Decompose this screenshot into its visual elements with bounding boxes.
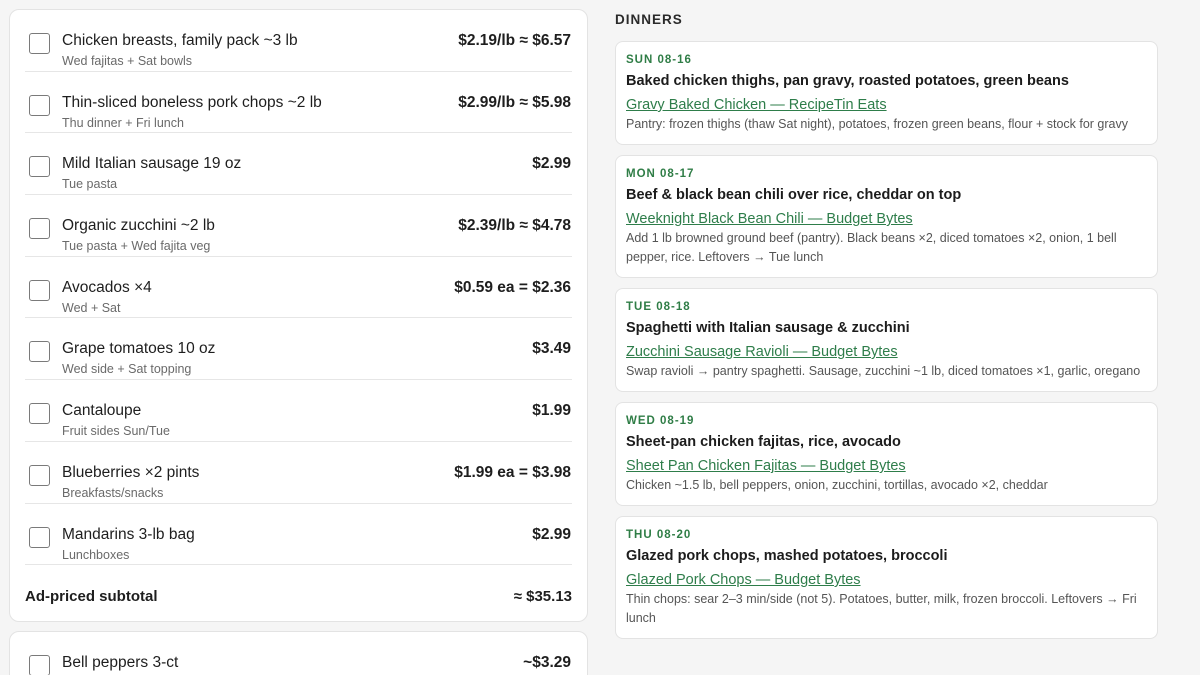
recipe-link[interactable]: Weeknight Black Bean Chili — Budget Byte… bbox=[626, 210, 913, 228]
item-name: Thin-sliced boneless pork chops ~2 lb bbox=[62, 93, 322, 111]
item-price: $2.99 bbox=[532, 525, 571, 543]
item-details: Mandarins 3-lb bag Lunchboxes bbox=[62, 526, 532, 563]
item-note: Tue pasta + Wed fajita veg bbox=[62, 239, 211, 254]
shopping-list-column: Chicken breasts, family pack ~3 lb Wed f… bbox=[9, 9, 588, 675]
list-item: Grape tomatoes 10 oz Wed side + Sat topp… bbox=[25, 318, 572, 381]
dinner-notes: Add 1 lb browned ground beef (pantry). B… bbox=[626, 231, 1117, 264]
item-price: $2.99 bbox=[532, 155, 571, 173]
item-checkbox[interactable] bbox=[29, 341, 50, 363]
item-name: Avocados ×4 bbox=[62, 278, 152, 296]
item-details: Chicken breasts, family pack ~3 lb Wed f… bbox=[62, 32, 458, 69]
item-checkbox[interactable] bbox=[29, 403, 50, 425]
item-details: Grape tomatoes 10 oz Wed side + Sat topp… bbox=[62, 340, 532, 377]
list-item: Bell peppers 3-ct ~$3.29 bbox=[25, 632, 572, 675]
recipe-link[interactable]: Zucchini Sausage Ravioli — Budget Bytes bbox=[626, 343, 898, 361]
dinner-title: Sheet-pan chicken fajitas, rice, avocado bbox=[626, 434, 901, 450]
item-note: Tue pasta bbox=[62, 177, 118, 192]
item-note: Breakfasts/snacks bbox=[62, 485, 164, 500]
item-details: Cantaloupe Fruit sides Sun/Tue bbox=[62, 402, 532, 439]
item-details: Blueberries ×2 pints Breakfasts/snacks bbox=[62, 464, 454, 501]
item-name: Chicken breasts, family pack ~3 lb bbox=[62, 32, 298, 49]
dinner-notes: Pantry: frozen thighs (thaw Sat night), … bbox=[626, 117, 1129, 131]
list-item: Avocados ×4 Wed + Sat $0.59 ea = $2.36 bbox=[25, 257, 572, 319]
subtotal-row: Ad-priced subtotal ≈ $35.13 bbox=[25, 588, 572, 605]
item-checkbox[interactable] bbox=[29, 464, 50, 486]
list-item: Mild Italian sausage 19 oz Tue pasta $2.… bbox=[25, 133, 572, 196]
dinner-card: MON 08-17 Beef & black bean chili over r… bbox=[615, 155, 1158, 278]
recipe-link[interactable]: Gravy Baked Chicken — RecipeTin Eats bbox=[626, 96, 887, 114]
item-note: Wed fajitas + Sat bowls bbox=[62, 54, 193, 68]
item-name: Mandarins 3-lb bag bbox=[62, 525, 195, 543]
dinners-column: DINNERS SUN 08-16 Baked chicken thighs, … bbox=[615, 0, 1158, 649]
dinner-title: Glazed pork chops, mashed potatoes, broc… bbox=[626, 548, 948, 564]
item-details: Bell peppers 3-ct bbox=[62, 654, 523, 672]
recipe-link[interactable]: Sheet Pan Chicken Fajitas — Budget Bytes bbox=[626, 457, 906, 475]
item-checkbox[interactable] bbox=[29, 156, 50, 178]
subtotal-value: ≈ $35.13 bbox=[513, 588, 572, 605]
item-name: Blueberries ×2 pints bbox=[62, 463, 200, 481]
item-price: $1.99 ea = $3.98 bbox=[454, 463, 571, 481]
dinner-date: MON 08-17 bbox=[626, 168, 695, 180]
list-item: Organic zucchini ~2 lb Tue pasta + Wed f… bbox=[25, 195, 572, 257]
item-details: Organic zucchini ~2 lb Tue pasta + Wed f… bbox=[62, 217, 458, 254]
item-name: Cantaloupe bbox=[62, 402, 142, 420]
item-price: ~$3.29 bbox=[523, 654, 571, 671]
dinner-date: SUN 08-16 bbox=[626, 54, 692, 66]
item-note: Lunchboxes bbox=[62, 547, 130, 562]
item-note: Wed side + Sat topping bbox=[62, 362, 192, 377]
dinner-date: THU 08-20 bbox=[626, 529, 692, 541]
item-checkbox[interactable] bbox=[29, 279, 50, 301]
dinner-notes: Swap ravioli → pantry spaghetti. Sausage… bbox=[626, 364, 1141, 378]
item-price: $0.59 ea = $2.36 bbox=[454, 278, 571, 296]
dinner-date: WED 08-19 bbox=[626, 415, 695, 427]
item-name: Bell peppers 3-ct bbox=[62, 654, 179, 671]
dinner-title: Baked chicken thighs, pan gravy, roasted… bbox=[626, 73, 1069, 89]
dinner-card: TUE 08-18 Spaghetti with Italian sausage… bbox=[615, 288, 1158, 392]
item-checkbox[interactable] bbox=[29, 655, 50, 675]
dinner-date: TUE 08-18 bbox=[626, 301, 691, 313]
item-note: Thu dinner + Fri lunch bbox=[62, 115, 184, 130]
recipe-link[interactable]: Glazed Pork Chops — Budget Bytes bbox=[626, 571, 861, 589]
shopping-list: Chicken breasts, family pack ~3 lb Wed f… bbox=[25, 10, 572, 566]
dinner-notes: Chicken ~1.5 lb, bell peppers, onion, zu… bbox=[626, 478, 1048, 492]
item-checkbox[interactable] bbox=[29, 526, 50, 548]
item-price: $2.39/lb ≈ $4.78 bbox=[458, 217, 571, 235]
dinner-card: WED 08-19 Sheet-pan chicken fajitas, ric… bbox=[615, 402, 1158, 506]
item-checkbox[interactable] bbox=[29, 94, 50, 116]
list-item: Thin-sliced boneless pork chops ~2 lb Th… bbox=[25, 72, 572, 134]
subtotal-label: Ad-priced subtotal bbox=[25, 588, 158, 605]
item-checkbox[interactable] bbox=[29, 218, 50, 240]
dinner-notes: Thin chops: sear 2–3 min/side (not 5). P… bbox=[626, 592, 1137, 625]
item-note: Fruit sides Sun/Tue bbox=[62, 424, 170, 439]
list-item: Chicken breasts, family pack ~3 lb Wed f… bbox=[25, 10, 572, 72]
dinner-card: THU 08-20 Glazed pork chops, mashed pota… bbox=[615, 516, 1158, 639]
item-details: Mild Italian sausage 19 oz Tue pasta bbox=[62, 155, 532, 192]
item-checkbox[interactable] bbox=[29, 33, 50, 54]
list-item: Blueberries ×2 pints Breakfasts/snacks $… bbox=[25, 442, 572, 504]
dinner-title: Spaghetti with Italian sausage & zucchin… bbox=[626, 320, 910, 336]
list-item: Mandarins 3-lb bag Lunchboxes $2.99 bbox=[25, 504, 572, 566]
item-name: Mild Italian sausage 19 oz bbox=[62, 155, 242, 173]
item-note: Wed + Sat bbox=[62, 300, 121, 315]
item-details: Thin-sliced boneless pork chops ~2 lb Th… bbox=[62, 94, 458, 131]
dinners-heading: DINNERS bbox=[615, 12, 683, 27]
item-price: $1.99 bbox=[532, 402, 571, 420]
item-details: Avocados ×4 Wed + Sat bbox=[62, 279, 454, 316]
item-price: $2.19/lb ≈ $6.57 bbox=[458, 32, 571, 49]
item-name: Grape tomatoes 10 oz bbox=[62, 340, 216, 358]
dinner-card: SUN 08-16 Baked chicken thighs, pan grav… bbox=[615, 41, 1158, 145]
list-item: Cantaloupe Fruit sides Sun/Tue $1.99 bbox=[25, 380, 572, 442]
dinner-title: Beef & black bean chili over rice, chedd… bbox=[626, 187, 962, 203]
item-name: Organic zucchini ~2 lb bbox=[62, 217, 215, 235]
item-price: $3.49 bbox=[532, 340, 571, 358]
item-price: $2.99/lb ≈ $5.98 bbox=[458, 93, 571, 111]
shopping-list-card: Chicken breasts, family pack ~3 lb Wed f… bbox=[9, 9, 588, 622]
second-list-card: Bell peppers 3-ct ~$3.29 bbox=[9, 631, 588, 675]
